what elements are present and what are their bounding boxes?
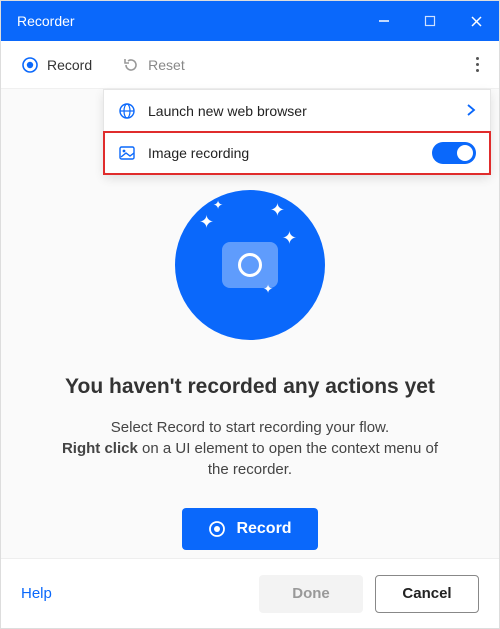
menu-item-image-recording[interactable]: Image recording (104, 132, 490, 174)
image-icon (118, 144, 136, 162)
empty-state-title: You haven't recorded any actions yet (65, 375, 435, 399)
chevron-right-icon (466, 103, 476, 120)
empty-state-text: Select Record to start recording your fl… (50, 417, 450, 480)
record-toolbar-button[interactable]: Record (13, 50, 100, 80)
toolbar: Record Reset (1, 41, 499, 89)
window-title: Recorder (17, 13, 361, 29)
menu-item-launch-browser-label: Launch new web browser (148, 103, 454, 119)
empty-line1: Select Record to start recording your fl… (111, 419, 389, 436)
content-area: Launch new web browser Image recording ✦ (1, 89, 499, 558)
titlebar: Recorder (1, 1, 499, 41)
sparkle-icon: ✦ (263, 282, 273, 296)
sparkle-icon: ✦ (270, 200, 285, 221)
reset-toolbar-button[interactable]: Reset (114, 50, 193, 80)
empty-illustration: ✦ ✦ ✦ ✦ ✦ (170, 185, 330, 345)
sparkle-icon: ✦ (213, 198, 223, 212)
footer: Help Done Cancel (1, 558, 499, 628)
help-link[interactable]: Help (21, 585, 247, 602)
record-button[interactable]: Record (182, 508, 317, 550)
record-button-label: Record (236, 520, 291, 538)
toggle-knob (457, 145, 473, 161)
reset-icon (122, 56, 140, 74)
globe-icon (118, 102, 136, 120)
sparkle-icon: ✦ (282, 228, 297, 249)
menu-item-image-recording-label: Image recording (148, 145, 420, 161)
close-icon (470, 15, 483, 28)
minimize-icon (378, 15, 390, 27)
minimize-button[interactable] (361, 1, 407, 41)
cancel-button[interactable]: Cancel (375, 575, 479, 613)
more-dropdown: Launch new web browser Image recording (103, 89, 491, 175)
record-dot-icon (208, 520, 226, 538)
empty-bold-prefix: Right click (62, 440, 138, 457)
record-dot-icon (21, 56, 39, 74)
image-recording-toggle[interactable] (432, 142, 476, 164)
maximize-button[interactable] (407, 1, 453, 41)
recorder-window: Recorder Record Reset (0, 0, 500, 629)
maximize-icon (424, 15, 436, 27)
record-toolbar-label: Record (47, 57, 92, 73)
window-controls (361, 1, 499, 41)
reset-toolbar-label: Reset (148, 57, 185, 73)
empty-line2-rest: on a UI element to open the context menu… (138, 440, 438, 478)
close-button[interactable] (453, 1, 499, 41)
more-menu-button[interactable] (468, 49, 487, 80)
done-button[interactable]: Done (259, 575, 363, 613)
sparkle-icon: ✦ (199, 212, 214, 233)
menu-item-launch-browser[interactable]: Launch new web browser (104, 90, 490, 132)
